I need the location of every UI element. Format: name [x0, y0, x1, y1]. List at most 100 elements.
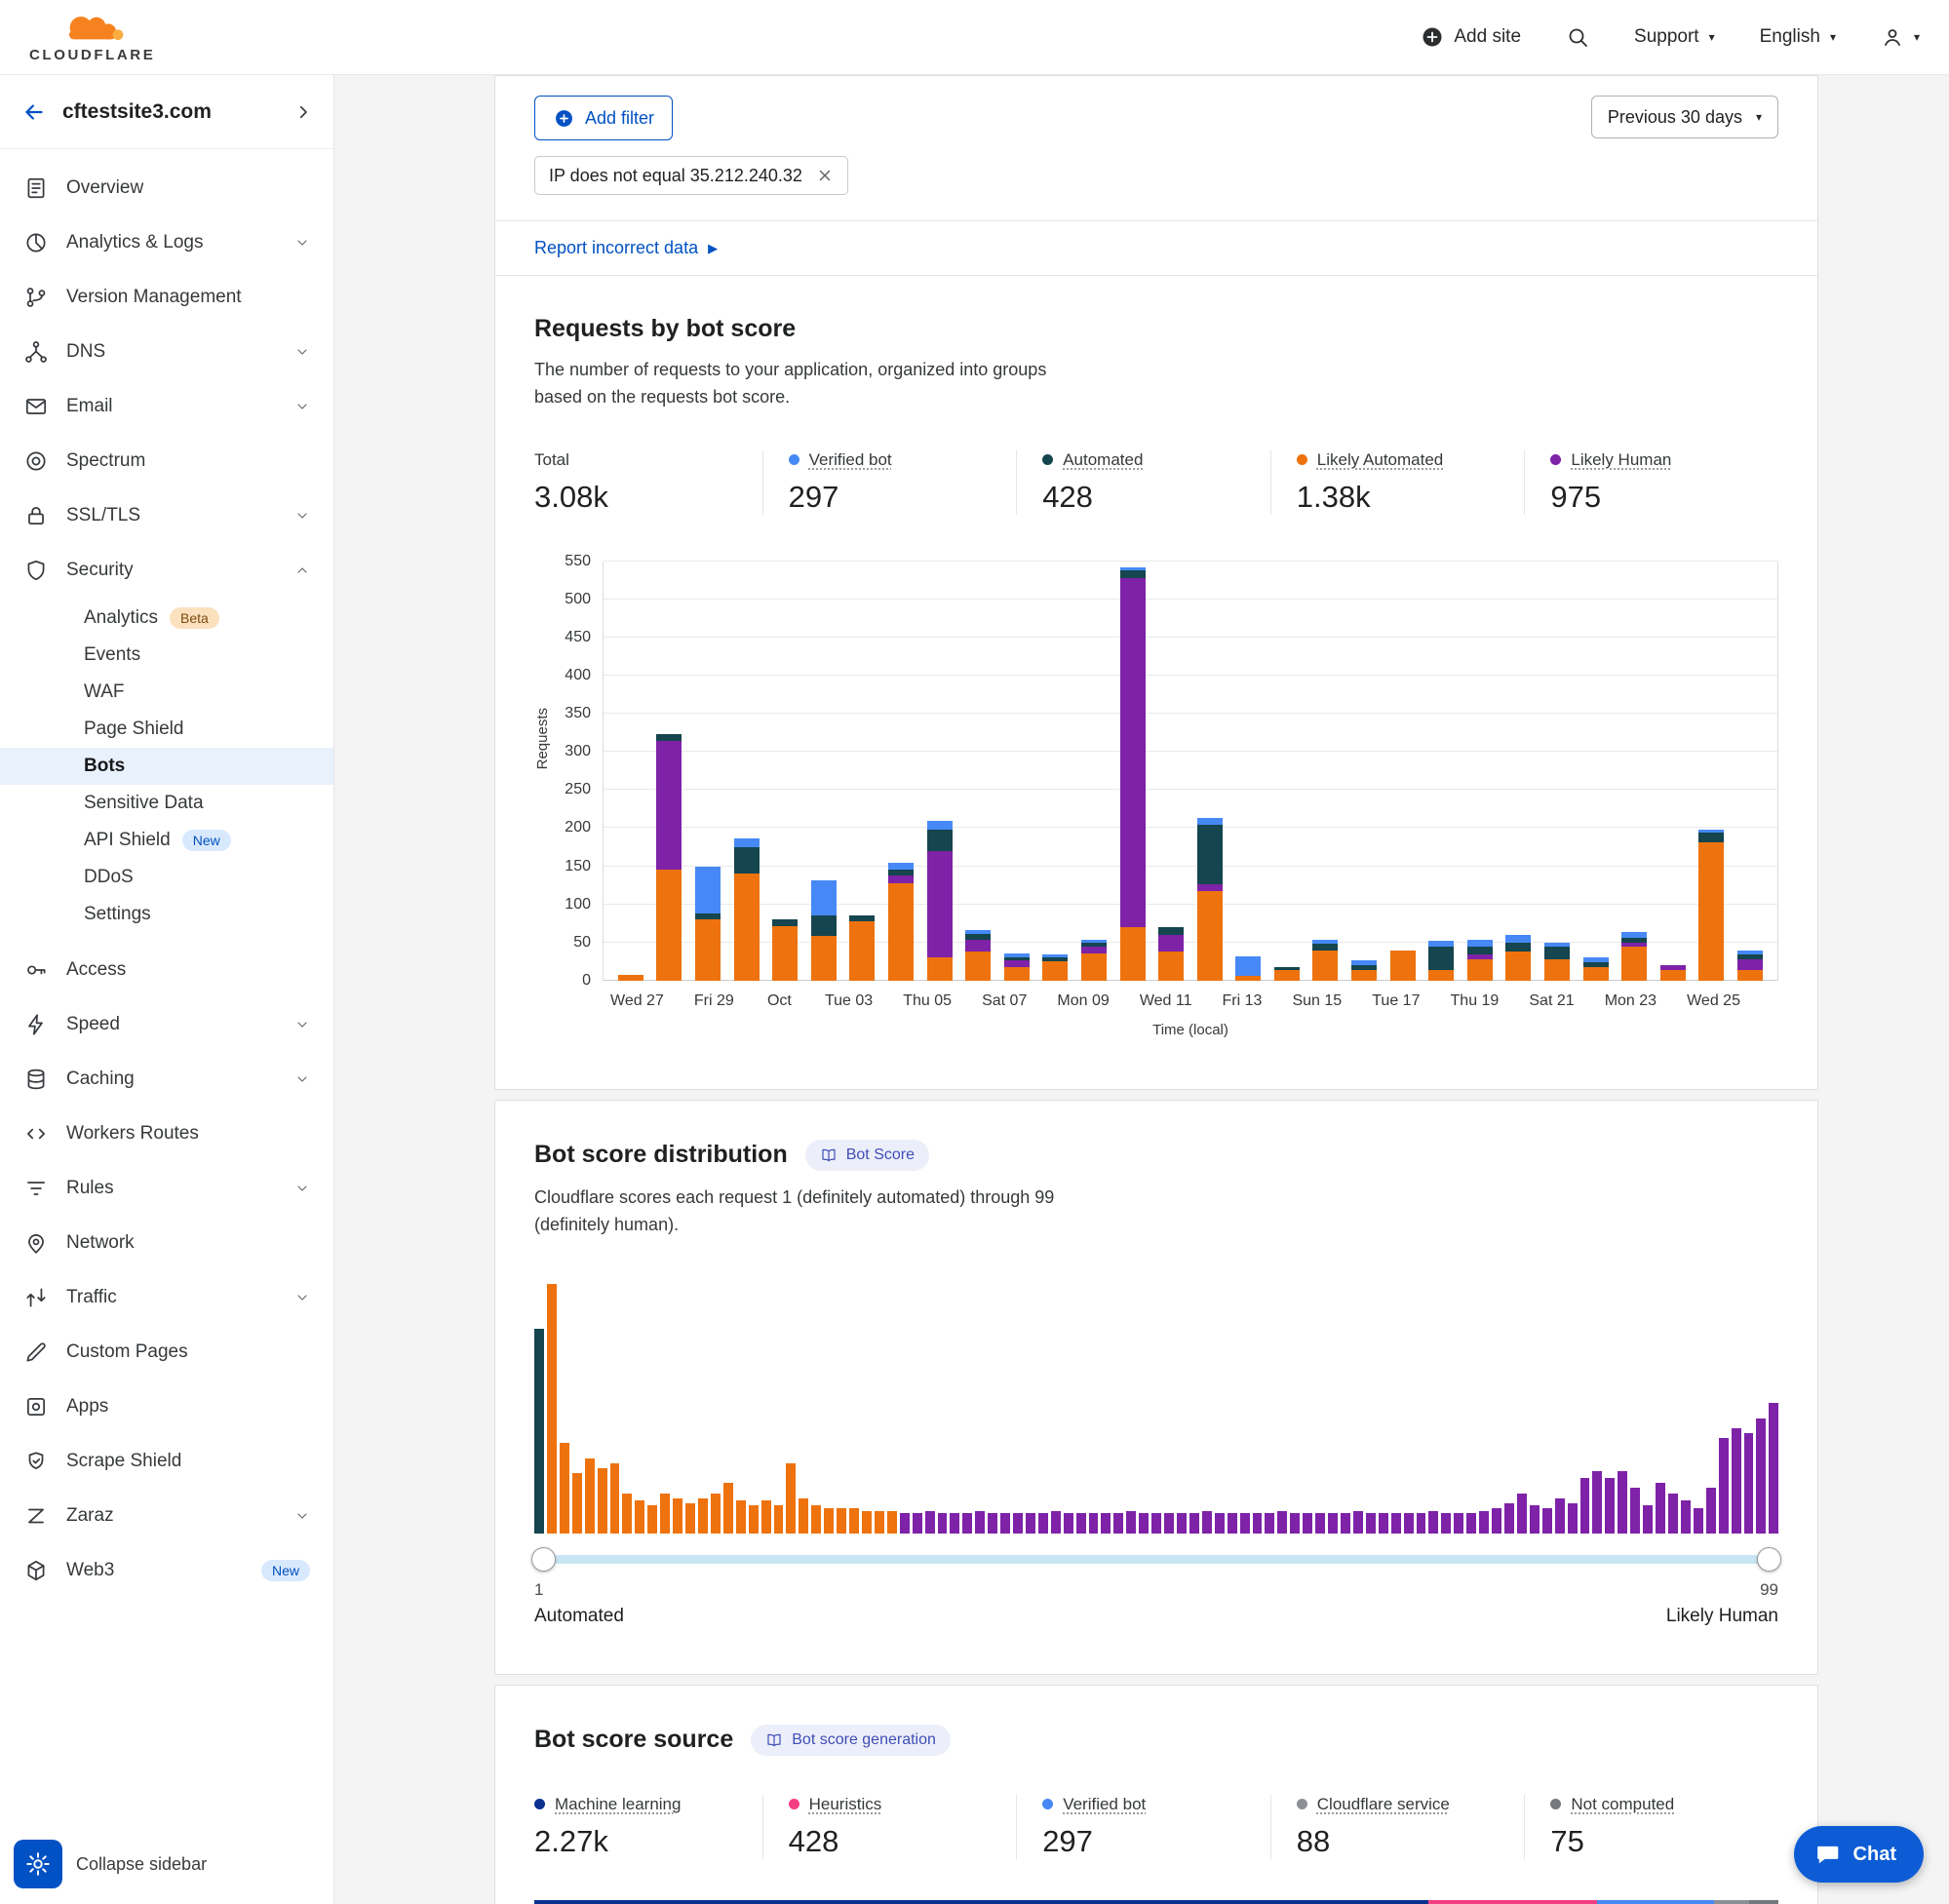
- sidebar-item-custom-pages[interactable]: Custom Pages: [0, 1325, 333, 1379]
- bar-slot: [1306, 562, 1345, 981]
- sidebar-item-spectrum[interactable]: Spectrum: [0, 434, 333, 488]
- distribution-bar: [824, 1508, 834, 1534]
- bar-segment-automated: [811, 915, 837, 937]
- legend-dot: [1042, 1799, 1053, 1809]
- access-icon: [23, 957, 49, 983]
- sidebar-item-label: Custom Pages: [66, 1341, 310, 1363]
- ssl-icon: [23, 503, 49, 528]
- sidebar-item-access[interactable]: Access: [0, 943, 333, 997]
- y-tick-label: 350: [565, 705, 591, 722]
- chevron-down-icon: ▾: [1914, 30, 1920, 44]
- bot-score-generation-badge[interactable]: Bot score generation: [751, 1725, 951, 1756]
- sidebar-item-apps[interactable]: Apps: [0, 1379, 333, 1434]
- bar-segment-automated: [1428, 947, 1454, 969]
- search-button[interactable]: [1566, 25, 1589, 49]
- report-row: Report incorrect data ▶: [495, 220, 1817, 275]
- language-menu[interactable]: English ▾: [1760, 26, 1836, 48]
- sidebar-item-security[interactable]: Security: [0, 543, 333, 598]
- stat-label[interactable]: Not computed: [1571, 1795, 1674, 1814]
- security-icon: [23, 558, 49, 583]
- sidebar-item-rules[interactable]: Rules: [0, 1161, 333, 1216]
- sidebar-item-analytics[interactable]: AnalyticsBeta: [0, 600, 333, 637]
- network-icon: [23, 1230, 49, 1256]
- sidebar-item-scrape-shield[interactable]: Scrape Shield: [0, 1434, 333, 1489]
- requests-bar: [1004, 562, 1030, 981]
- stat-label[interactable]: Automated: [1063, 450, 1143, 470]
- distribution-bar: [1417, 1513, 1426, 1533]
- sidebar-item-bots[interactable]: Bots: [0, 748, 333, 785]
- distribution-bar: [1290, 1513, 1300, 1533]
- requests-bar: [1312, 562, 1338, 981]
- x-tick-label: [1575, 992, 1605, 1010]
- gear-icon: [24, 1850, 52, 1878]
- sidebar-item-sensitive-data[interactable]: Sensitive Data: [0, 785, 333, 822]
- stat-label[interactable]: Verified bot: [1063, 1795, 1146, 1814]
- requests-bar: [1235, 562, 1261, 981]
- stat-label[interactable]: Likely Automated: [1317, 450, 1443, 470]
- sidebar-item-web3[interactable]: Web3New: [0, 1543, 333, 1598]
- sidebar-item-analytics-logs[interactable]: Analytics & Logs: [0, 215, 333, 270]
- stat-label[interactable]: Heuristics: [809, 1795, 882, 1814]
- requests-bar: [1621, 562, 1647, 981]
- slider-handle-min[interactable]: [531, 1547, 556, 1572]
- sidebar-item-zaraz[interactable]: Zaraz: [0, 1489, 333, 1543]
- caching-icon: [23, 1067, 49, 1092]
- sidebar-item-waf[interactable]: WAF: [0, 674, 333, 711]
- sidebar-item-overview[interactable]: Overview: [0, 161, 333, 215]
- slider-track[interactable]: [534, 1555, 1778, 1564]
- slider-handle-max[interactable]: [1757, 1547, 1781, 1572]
- cloudflare-logo[interactable]: CLOUDFLARE: [29, 11, 155, 63]
- sidebar-item-ssl-tls[interactable]: SSL/TLS: [0, 488, 333, 543]
- add-site-button[interactable]: Add site: [1421, 25, 1521, 49]
- sidebar-item-events[interactable]: Events: [0, 637, 333, 674]
- sidebar-item-caching[interactable]: Caching: [0, 1052, 333, 1107]
- distribution-bar: [635, 1500, 644, 1533]
- bar-segment-likely-automated: [1351, 970, 1377, 981]
- dns-icon: [23, 339, 49, 365]
- site-switcher-button[interactable]: [294, 103, 312, 121]
- distribution-bar: [1592, 1471, 1602, 1534]
- stat-label[interactable]: Machine learning: [555, 1795, 681, 1814]
- distribution-bar: [1076, 1513, 1086, 1533]
- sidebar-item-api-shield[interactable]: API ShieldNew: [0, 822, 333, 859]
- stat-label[interactable]: Verified bot: [809, 450, 892, 470]
- distribution-description: Cloudflare scores each request 1 (defini…: [534, 1185, 1061, 1239]
- bar-segment-likely-automated: [1197, 891, 1223, 981]
- account-menu[interactable]: ▾: [1881, 25, 1920, 49]
- chevron-right-icon: [294, 103, 312, 121]
- legend-dot: [789, 454, 799, 465]
- bot-score-badge[interactable]: Bot Score: [805, 1140, 929, 1171]
- distribution-bar: [1643, 1505, 1653, 1533]
- collapse-sidebar-button[interactable]: Collapse sidebar: [76, 1854, 207, 1875]
- sidebar-item-version-management[interactable]: Version Management: [0, 270, 333, 325]
- site-name[interactable]: cftestsite3.com: [62, 100, 279, 124]
- sidebar-item-email[interactable]: Email: [0, 379, 333, 434]
- sidebar-item-label: Zaraz: [66, 1505, 277, 1527]
- sidebar-item-label: Apps: [66, 1396, 310, 1418]
- sidebar-item-ddos[interactable]: DDoS: [0, 859, 333, 896]
- sidebar-item-speed[interactable]: Speed: [0, 997, 333, 1052]
- filter-chip[interactable]: IP does not equal 35.212.240.32: [534, 156, 848, 195]
- sidebar-item-dns[interactable]: DNS: [0, 325, 333, 379]
- support-menu[interactable]: Support ▾: [1634, 26, 1715, 48]
- sidebar-item-settings[interactable]: Settings: [0, 896, 333, 933]
- back-button[interactable]: [21, 99, 47, 125]
- distribution-bar: [1732, 1428, 1741, 1534]
- distribution-bar: [1151, 1513, 1161, 1533]
- sidebar-item-page-shield[interactable]: Page Shield: [0, 711, 333, 748]
- sidebar-item-traffic[interactable]: Traffic: [0, 1270, 333, 1325]
- report-incorrect-data-link[interactable]: Report incorrect data ▶: [534, 238, 718, 258]
- chevron-down-icon: [294, 235, 310, 251]
- sidebar-item-network[interactable]: Network: [0, 1216, 333, 1270]
- remove-filter-button[interactable]: [816, 167, 834, 184]
- date-range-select[interactable]: Previous 30 days ▾: [1591, 96, 1778, 138]
- add-filter-label: Add filter: [585, 108, 654, 129]
- add-filter-button[interactable]: Add filter: [534, 96, 673, 140]
- bar-segment-likely-automated: [1544, 959, 1570, 981]
- preferences-gear-button[interactable]: [14, 1840, 62, 1888]
- stat-label[interactable]: Likely Human: [1571, 450, 1671, 470]
- chat-button[interactable]: Chat: [1794, 1826, 1924, 1883]
- stat-label[interactable]: Cloudflare service: [1317, 1795, 1450, 1814]
- sidebar-subitem-label: Settings: [84, 904, 151, 925]
- sidebar-item-workers-routes[interactable]: Workers Routes: [0, 1107, 333, 1161]
